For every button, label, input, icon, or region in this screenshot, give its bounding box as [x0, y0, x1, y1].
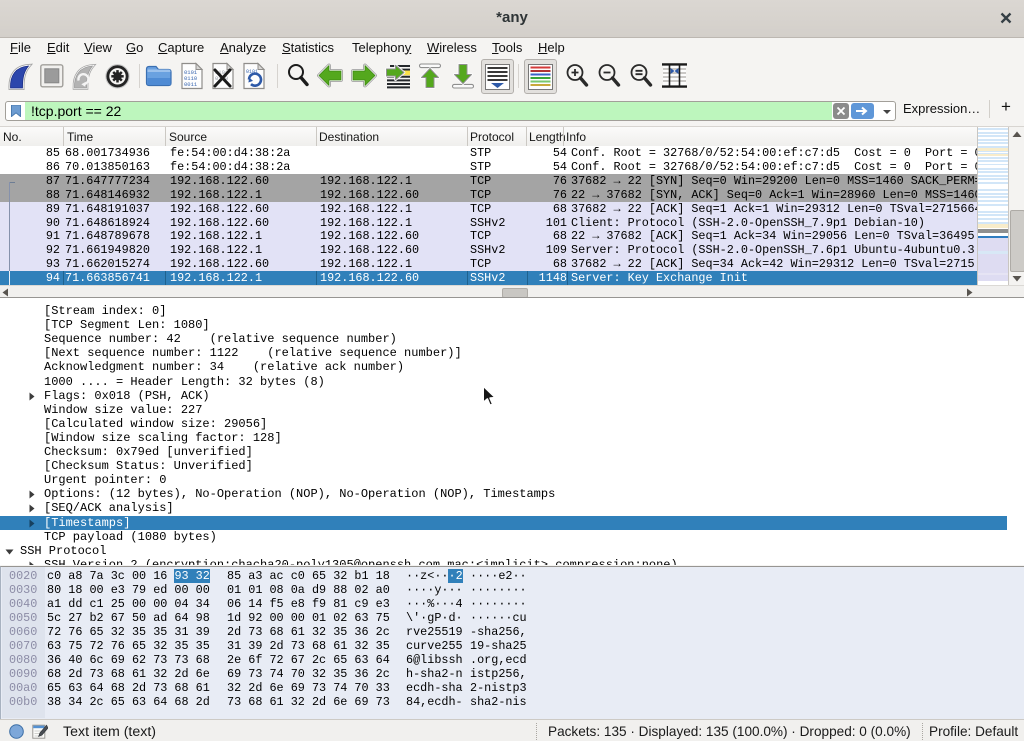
svg-text:0011: 0011 [184, 81, 198, 88]
